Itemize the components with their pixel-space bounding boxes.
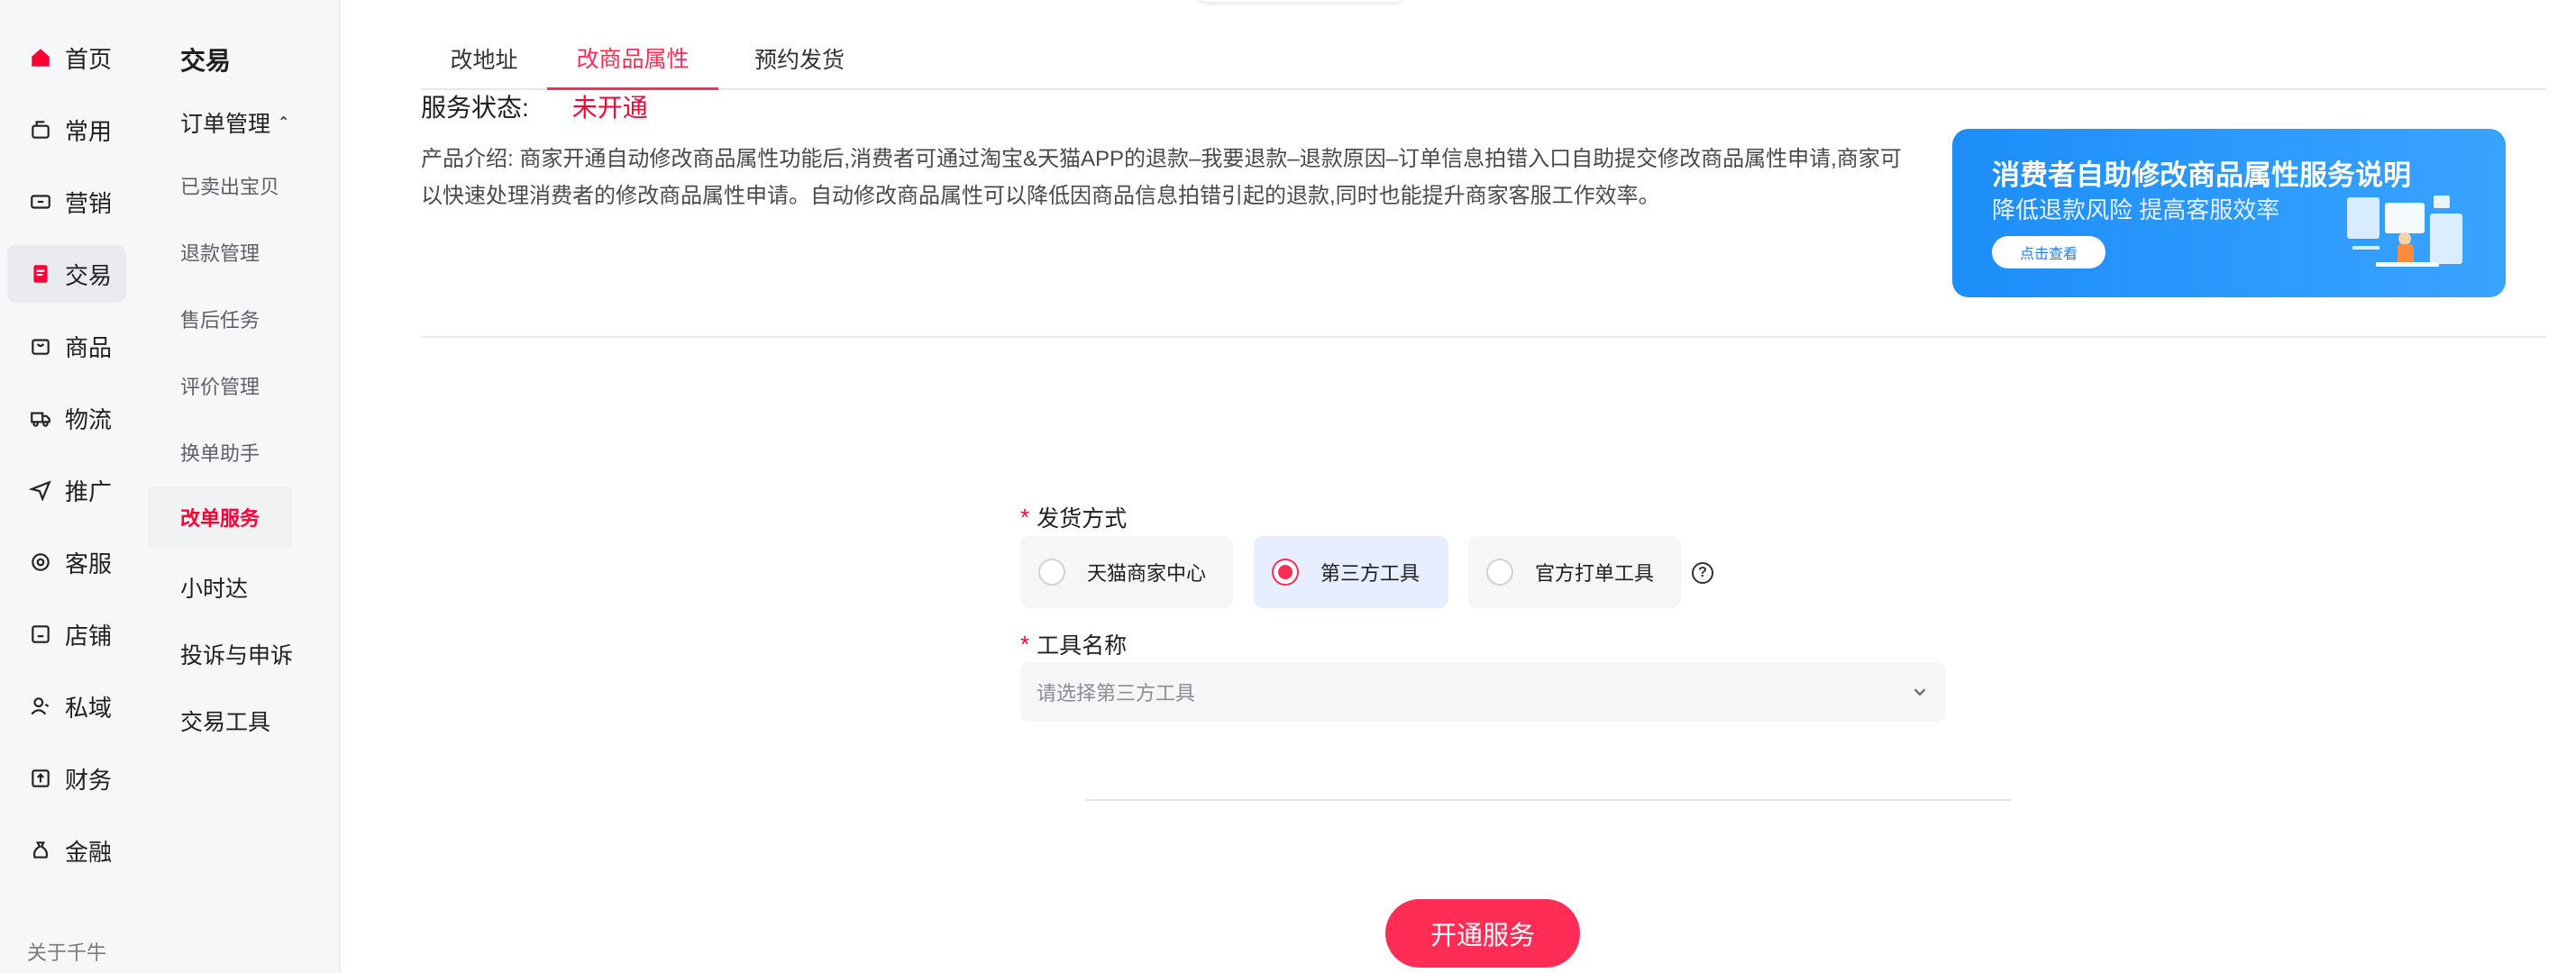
nav-item-label: 物流 — [65, 405, 113, 433]
headset-icon — [27, 549, 54, 576]
subnav-group-order-management[interactable]: 订单管理 ⌃ — [180, 106, 289, 139]
banner-subtitle: 降低退款风险 提高客服效率 — [1992, 196, 2280, 223]
nav-item-label: 营销 — [65, 189, 113, 217]
order-icon — [27, 260, 54, 287]
ship-method-label: * 发货方式 — [1020, 501, 1127, 533]
nav-item-label: 交易 — [65, 261, 113, 289]
service-banner[interactable]: 消费者自助修改商品属性服务说明 降低退款风险 提高客服效率 点击查看 — [1952, 129, 2506, 297]
nav-item-service[interactable]: 客服 — [7, 533, 126, 591]
activate-service-button[interactable]: 开通服务 — [1385, 899, 1580, 968]
required-mark: * — [1020, 630, 1030, 658]
ship-option-official-print[interactable]: 官方打单工具 — [1468, 536, 1681, 608]
users-icon — [27, 693, 54, 720]
radio-button[interactable] — [1038, 559, 1065, 586]
nav-item-promotion[interactable]: 推广 — [7, 461, 126, 519]
subnav-item-sold[interactable]: 已卖出宝贝 — [148, 155, 292, 216]
nav-item-marketing[interactable]: 营销 — [7, 173, 126, 231]
tab-modify-attributes[interactable]: 改商品属性 — [547, 27, 718, 90]
ticket-icon — [27, 188, 54, 215]
form-divider — [1085, 799, 2011, 801]
home-icon — [27, 44, 54, 71]
nav-item-store[interactable]: 店铺 — [7, 605, 126, 663]
subnav-item-hourly[interactable]: 小时达 — [180, 571, 248, 604]
banner-title: 消费者自助修改商品属性服务说明 — [1992, 159, 2411, 191]
nav-item-financial-service[interactable]: 金融 — [7, 822, 126, 879]
truck-icon — [27, 405, 54, 432]
star-box-icon — [27, 116, 54, 143]
ship-option-label: 官方打单工具 — [1535, 562, 1655, 585]
tool-name-label: * 工具名称 — [1020, 628, 1127, 660]
product-intro: 产品介绍: 商家开通自动修改商品属性功能后,消费者可通过淘宝&天猫APP的退款–… — [421, 147, 1902, 208]
nav-item-label: 店铺 — [65, 622, 113, 650]
tool-name-label-text: 工具名称 — [1037, 633, 1128, 659]
subnav-item-refund[interactable]: 退款管理 — [148, 222, 292, 283]
nav-item-private-domain[interactable]: 私域 — [7, 677, 126, 735]
nav-item-label: 私域 — [65, 694, 113, 722]
ship-option-label: 第三方工具 — [1320, 562, 1420, 585]
secondary-nav: 交易 订单管理 ⌃ 已卖出宝贝 退款管理 售后任务 评价管理 换单助手 改单服务… — [148, 0, 341, 973]
subnav-item-modify-order[interactable]: 改单服务 — [148, 486, 292, 548]
nav-item-label: 财务 — [65, 766, 113, 794]
nav-item-label: 首页 — [65, 45, 113, 73]
banner-illustration-icon — [2347, 196, 2462, 267]
required-mark: * — [1020, 503, 1030, 531]
tool-select[interactable]: 请选择第三方工具 — [1020, 662, 1946, 722]
nav-item-label: 商品 — [65, 333, 113, 361]
nav-item-trade[interactable]: 交易 — [7, 245, 126, 303]
radio-button[interactable] — [1486, 559, 1513, 586]
subnav-item-aftersale[interactable]: 售后任务 — [148, 288, 292, 350]
nav-item-finance[interactable]: 财务 — [7, 750, 126, 807]
service-status: 服务状态: 未开通 — [421, 88, 648, 124]
nav-item-home[interactable]: 首页 — [7, 29, 126, 86]
banner-view-button[interactable]: 点击查看 — [1992, 236, 2106, 268]
ship-option-label: 天猫商家中心 — [1087, 562, 1207, 585]
tab-scheduled-shipping[interactable]: 预约发货 — [727, 27, 872, 90]
nav-item-logistics[interactable]: 物流 — [7, 389, 126, 447]
about-link[interactable]: 关于千牛 — [27, 937, 106, 966]
subnav-title: 交易 — [180, 47, 232, 75]
service-tabs: 改地址 改商品属性 预约发货 — [421, 27, 2546, 90]
nav-item-goods[interactable]: 商品 — [7, 317, 126, 375]
subnav-group-label: 订单管理 — [180, 112, 271, 137]
radio-button[interactable] — [1272, 559, 1299, 586]
subnav-item-review[interactable]: 评价管理 — [148, 355, 292, 416]
subnav-item-trade-tools[interactable]: 交易工具 — [180, 705, 270, 737]
tab-modify-address[interactable]: 改地址 — [421, 27, 547, 90]
ship-method-label-text: 发货方式 — [1037, 506, 1128, 532]
bag-icon — [27, 332, 54, 359]
nav-item-label: 推广 — [65, 477, 113, 505]
top-handle — [1199, 0, 1402, 2]
subnav-item-complaint[interactable]: 投诉与申诉 — [180, 638, 293, 670]
status-value: 未开通 — [571, 94, 648, 122]
send-icon — [27, 477, 54, 504]
section-divider — [421, 336, 2546, 338]
ship-option-third-party[interactable]: 第三方工具 — [1254, 536, 1448, 608]
nav-item-label: 客服 — [65, 550, 113, 577]
ship-option-tmall-center[interactable]: 天猫商家中心 — [1020, 536, 1233, 608]
help-icon[interactable]: ? — [1692, 562, 1713, 584]
nav-item-frequent[interactable]: 常用 — [7, 101, 126, 159]
store-icon — [27, 621, 54, 648]
nav-item-label: 金融 — [65, 838, 113, 866]
subnav-item-swap-helper[interactable]: 换单助手 — [148, 422, 292, 483]
finance-icon — [27, 765, 54, 792]
main-nav-rail: 首页 常用 营销 交易 商品 物流 推广 客服 店铺 私域 财务 金融 关于千牛 — [0, 0, 148, 973]
money-bag-icon — [27, 837, 54, 864]
nav-item-label: 常用 — [65, 117, 113, 145]
status-label: 服务状态: — [421, 94, 529, 122]
tool-select-placeholder: 请选择第三方工具 — [1037, 682, 1196, 705]
chevron-up-icon: ⌃ — [278, 115, 290, 131]
chevron-down-icon — [1914, 688, 1926, 696]
